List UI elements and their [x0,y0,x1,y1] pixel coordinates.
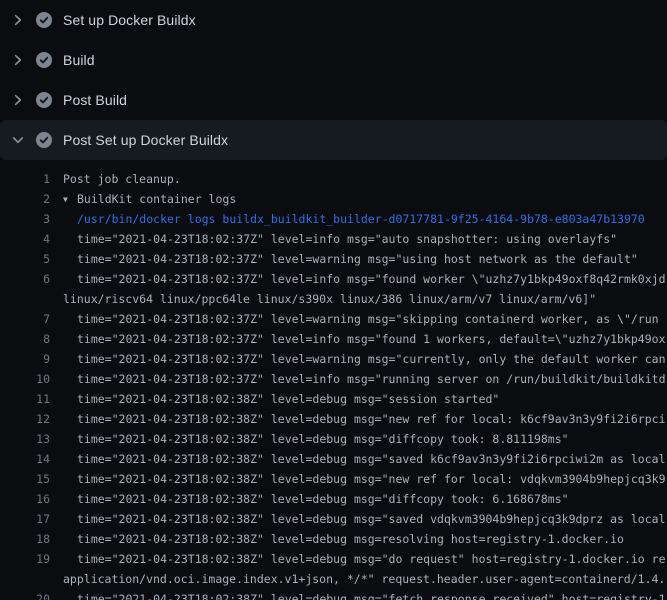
log-line-text: time="2021-04-23T18:02:38Z" level=debug … [63,409,666,429]
log-line-text: time="2021-04-23T18:02:37Z" level=warnin… [63,249,638,269]
log-group-toggle[interactable]: ▼BuildKit container logs [63,189,236,210]
log-line-number[interactable]: 7 [0,309,50,329]
log-line: 20 time="2021-04-23T18:02:38Z" level=debu… [0,589,667,600]
log-line: 6 time="2021-04-23T18:02:37Z" level=info … [0,269,667,289]
log-line-text: time="2021-04-23T18:02:38Z" level=debug … [63,549,666,569]
log-line-number[interactable]: 15 [0,469,50,489]
chevron-right-icon[interactable] [10,12,26,28]
log-line: application/vnd.oci.image.index.v1+json,… [0,569,667,589]
log-line-number[interactable]: 13 [0,429,50,449]
step-label: Post Set up Docker Buildx [63,132,228,148]
check-circle-icon [36,12,52,28]
log-line-number[interactable]: 20 [0,589,50,600]
log-line: 15 time="2021-04-23T18:02:38Z" level=debu… [0,469,667,489]
log-line-text: time="2021-04-23T18:02:38Z" level=debug … [63,509,666,529]
log-line-text: time="2021-04-23T18:02:38Z" level=debug … [63,429,569,449]
log-line: 7 time="2021-04-23T18:02:37Z" level=warni… [0,309,667,329]
log-line-number[interactable]: 12 [0,409,50,429]
actions-log-viewer: Set up Docker Buildx Build Post Build Post … [0,0,667,600]
log-line: 12 time="2021-04-23T18:02:38Z" level=debu… [0,409,667,429]
log-line: 9 time="2021-04-23T18:02:37Z" level=warni… [0,349,667,369]
step-label: Set up Docker Buildx [63,12,196,28]
log-line: 13 time="2021-04-23T18:02:38Z" level=debu… [0,429,667,449]
log-line-text: time="2021-04-23T18:02:37Z" level=warnin… [63,309,659,329]
log-line: 10 time="2021-04-23T18:02:37Z" level=info… [0,369,667,389]
log-line-text: time="2021-04-23T18:02:38Z" level=debug … [63,489,569,509]
log-line-text: time="2021-04-23T18:02:37Z" level=info m… [63,229,617,249]
step-label: Build [63,52,95,68]
log-line-number[interactable]: 17 [0,509,50,529]
log-line: 3/usr/bin/docker logs buildx_buildkit_bu… [0,209,667,229]
group-expanded-triangle-icon[interactable]: ▼ [63,190,77,210]
log-line: 16 time="2021-04-23T18:02:38Z" level=debu… [0,489,667,509]
log-line-text: time="2021-04-23T18:02:37Z" level=info m… [63,329,666,349]
log-line: 11 time="2021-04-23T18:02:38Z" level=debu… [0,389,667,409]
check-circle-icon [36,132,52,148]
log-group-label: BuildKit container logs [77,192,236,206]
log-line: 4 time="2021-04-23T18:02:37Z" level=info … [0,229,667,249]
log-line-text: application/vnd.oci.image.index.v1+json,… [63,569,665,589]
chevron-right-icon[interactable] [10,52,26,68]
log-line: 1 Post job cleanup. [0,169,667,189]
log-line-number[interactable]: 11 [0,389,50,409]
log-line-number[interactable]: 4 [0,229,50,249]
log-line-text: time="2021-04-23T18:02:38Z" level=debug … [63,529,624,549]
log-line: 2 ▼BuildKit container logs [0,189,667,209]
check-circle-icon [36,52,52,68]
log-line-text: time="2021-04-23T18:02:38Z" level=debug … [63,589,666,600]
step-row-build[interactable]: Build [0,40,667,80]
log-line-number[interactable]: 3 [0,209,50,229]
log-line-number[interactable]: 6 [0,269,50,289]
log-line-number[interactable]: 18 [0,529,50,549]
log-line: linux/riscv64 linux/ppc64le linux/s390x … [0,289,667,309]
log-line-text: Post job cleanup. [63,169,181,189]
log-line-number[interactable]: 14 [0,449,50,469]
log-line: 5 time="2021-04-23T18:02:37Z" level=warni… [0,249,667,269]
log-line-number[interactable]: 5 [0,249,50,269]
log-line-number[interactable]: 8 [0,329,50,349]
chevron-down-icon[interactable] [10,132,26,148]
log-line-number[interactable]: 16 [0,489,50,509]
log-line-text: linux/riscv64 linux/ppc64le linux/s390x … [63,289,596,309]
step-row-post-build[interactable]: Post Build [0,80,667,120]
log-line: 14 time="2021-04-23T18:02:38Z" level=debu… [0,449,667,469]
step-label: Post Build [63,92,127,108]
log-line-text: time="2021-04-23T18:02:37Z" level=info m… [63,269,666,289]
check-circle-icon [36,92,52,108]
log-line-text: time="2021-04-23T18:02:38Z" level=debug … [63,469,666,489]
log-line-number[interactable]: 19 [0,549,50,569]
log-line: 19 time="2021-04-23T18:02:38Z" level=debu… [0,549,667,569]
chevron-right-icon[interactable] [10,92,26,108]
step-row-set-up-docker-buildx[interactable]: Set up Docker Buildx [0,0,667,40]
log-line: 17 time="2021-04-23T18:02:38Z" level=debu… [0,509,667,529]
log-command-text: /usr/bin/docker logs buildx_buildkit_bui… [63,209,645,229]
log-line-text: time="2021-04-23T18:02:37Z" level=info m… [63,369,666,389]
log-line-text: time="2021-04-23T18:02:38Z" level=debug … [63,449,666,469]
log-line-text: time="2021-04-23T18:02:38Z" level=debug … [63,389,499,409]
log-line-number[interactable]: 10 [0,369,50,389]
log-area: 1 Post job cleanup. 2 ▼BuildKit container l… [0,160,667,600]
steps-list: Set up Docker Buildx Build Post Build Post … [0,0,667,160]
step-row-post-set-up-docker-buildx[interactable]: Post Set up Docker Buildx [0,120,667,160]
log-line: 18 time="2021-04-23T18:02:38Z" level=debu… [0,529,667,549]
log-line-number[interactable]: 1 [0,169,50,189]
log-line: 8 time="2021-04-23T18:02:37Z" level=info … [0,329,667,349]
log-line-number[interactable]: 2 [0,189,50,209]
log-line-number[interactable]: 9 [0,349,50,369]
log-line-text: time="2021-04-23T18:02:37Z" level=warnin… [63,349,666,369]
